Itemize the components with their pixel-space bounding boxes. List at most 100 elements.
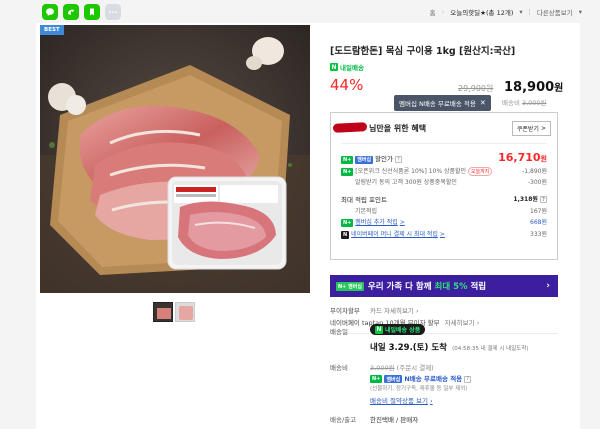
discount-row-1-value: -1,890원 (522, 168, 547, 175)
shipping-fee-strike: 3,000원 (521, 99, 547, 107)
points-naverpay-value: 333원 (530, 231, 547, 238)
thumbnail-1[interactable] (153, 302, 173, 322)
chevron-right-icon: › (416, 307, 419, 315)
card-details-link[interactable]: 카드 자세히보기 (370, 307, 414, 315)
discount-price-row: N+ 멤버십 할인가 ? 16,710원 (341, 151, 547, 165)
help-icon[interactable]: ? (540, 196, 547, 203)
sale-price-value: 18,900 (504, 80, 555, 95)
more-icon[interactable]: ··· (105, 4, 121, 20)
naverpay-icon: N (341, 230, 350, 239)
shipping-fee-note: (주문시 결제) (396, 364, 434, 372)
help-icon[interactable]: ? (394, 156, 402, 163)
delivery-date: 내일 3.29.(토) 도착 (04:58:35 내 결제 시 내일도착) (370, 341, 529, 353)
product-page: BEST [도드람한돈] 목심 구이용 1kg [원산지:국산] N 내일배송 … (36, 23, 580, 429)
delivery-badge-label: 내일배송 (340, 64, 364, 72)
shipping-fee-label: 배송비 (502, 99, 520, 107)
shipping-fee: 3,000원 (주문시 결제) (370, 362, 434, 372)
courier-value: 한진택배 / 판매자 (370, 416, 419, 424)
shipping-saving-link[interactable]: 배송비 절약상품 보기 › (370, 395, 433, 405)
discount-row-2-value: -300원 (527, 179, 547, 186)
membership-banner[interactable]: N+ 멤버십 우리 가족 다 함께 최대 5% 적립 › (330, 275, 558, 297)
shipping-membership: N+ 멤버십 N배송 무료배송 적용 ? (370, 373, 472, 383)
chevron-down-icon: ▾ (578, 8, 582, 16)
sns-icon[interactable] (63, 4, 79, 20)
np-membership-tag: N+ 멤버십 (336, 281, 364, 291)
shipping-saving-link-text[interactable]: 배송비 절약상품 보기 (370, 397, 428, 405)
original-price: 29,900원 (458, 84, 494, 93)
delivery-date-label: 배송일 (330, 328, 348, 336)
installment-row: 무이자할부 카드 자세히보기 › (330, 305, 419, 315)
n-delivery-icon: N (330, 63, 338, 71)
coupon-button-label: 쿠폰받기 (516, 126, 539, 133)
delivery-pill-label: 내일배송 상품 (385, 327, 421, 334)
banner-text: 우리 가족 다 함께 (367, 282, 435, 292)
banner-suffix: 적립 (467, 282, 487, 292)
other-products-link[interactable]: 다른상품보기 (537, 7, 573, 17)
sale-price: 18,900원 (504, 79, 563, 95)
points-base-value: 167원 (530, 208, 547, 215)
points-label: 최대 적립 포인트 (341, 196, 387, 204)
np-tag: N+ (341, 167, 354, 176)
naverpay-details-link[interactable]: 자세히보기 (445, 319, 475, 327)
discount-price-label: 할인가 (375, 155, 393, 163)
share-icons: ··· (42, 4, 121, 20)
close-icon[interactable]: ✕ (480, 99, 486, 107)
tooltip-text: 멤버십 N배송 무료배송 적용 (399, 100, 476, 108)
membership-tooltip: 멤버십 N배송 무료배송 적용 ✕ (394, 95, 491, 111)
n-delivery-icon: N (375, 325, 383, 334)
product-main-image[interactable]: BEST (40, 25, 310, 293)
tomorrow-delivery-badge: N 내일배송 (330, 62, 364, 72)
chevron-right-icon: › (476, 319, 480, 327)
breadcrumb-category[interactable]: 오늘의핫딜★(총 12개) (450, 7, 513, 17)
installment-label: 무이자할부 (330, 307, 360, 315)
points-naverpay-link[interactable]: 네이버페이 머니 결제 시 최대 적립 (351, 231, 438, 238)
courier-label: 배송/출고 (330, 416, 357, 424)
divider (330, 333, 558, 334)
today-only-badge: 오늘까지 (467, 167, 493, 176)
help-icon[interactable]: ? (464, 375, 472, 383)
points-member-link[interactable]: 멤버십 추가 적립 (355, 219, 397, 226)
divider (341, 143, 547, 144)
product-title: [도드람한돈] 목심 구이용 1kg [원산지:국산] (330, 46, 516, 57)
chevron-right-icon: › (430, 397, 433, 405)
chevron-down-icon: ▾ (519, 8, 523, 16)
delivery-date-note: (04:58:35 내 결제 시 내일도착) (452, 346, 529, 352)
breadcrumb: 홈 › 오늘의핫딜★(총 12개) ▾ | 다른상품보기 ▾ (429, 7, 582, 17)
breadcrumb-home[interactable]: 홈 (430, 7, 436, 17)
best-tag: BEST (40, 25, 64, 35)
points-member-value: 668원 (530, 219, 547, 226)
np-tag: N+ (370, 375, 383, 383)
delivery-date-main: 내일 3.29.(토) 도착 (370, 343, 447, 353)
thumbnail-list (153, 302, 195, 322)
points-value: 1,318원 (513, 196, 538, 203)
shipping-fee-desc: (선물하기, 정기구독, 제휴몰 등 일부 제외) (370, 386, 468, 392)
discount-price: 16,710원 (498, 151, 547, 164)
sale-price-unit: 원 (554, 83, 564, 94)
banner-highlight: 최대 5% (434, 282, 468, 292)
chevron-right-icon: > (439, 231, 445, 238)
bookmark-icon[interactable] (84, 4, 100, 20)
thumbnail-2[interactable] (175, 302, 195, 322)
membership-tag: 멤버십 (384, 375, 403, 383)
membership-tag: 멤버십 (355, 155, 374, 164)
np-tag: N+ (341, 218, 354, 227)
shipping-fee-strike: 3,000원 (370, 364, 395, 372)
shipping-fee-label: 배송비 (330, 364, 348, 372)
coupon-button[interactable]: 쿠폰받기 > (511, 121, 551, 136)
points-value-group: 1,318원 ? (513, 194, 547, 203)
chevron-right-icon: > (399, 219, 405, 226)
points-base-label: 기본적립 (355, 208, 378, 215)
shipping-fee-summary: 배송비 3,000원 (502, 97, 547, 107)
discount-rate: 44% (330, 76, 364, 94)
top-bar: ··· 홈 › 오늘의핫딜★(총 12개) ▾ | 다른상품보기 ▾ (0, 0, 600, 24)
redacted-username (332, 122, 368, 133)
tomorrow-delivery-pill: N 내일배송 상품 (370, 324, 426, 335)
chevron-right-icon: > (540, 125, 546, 132)
np-tag: N+ (341, 155, 354, 164)
discount-row-2-text: 알림받기 동의 고객 300원 상품중복할인 (355, 179, 457, 186)
talk-icon[interactable] (42, 4, 58, 20)
shipping-membership-text: N배송 무료배송 적용 (404, 375, 463, 383)
discount-row-1-text: [오픈위크 신선식품론 10%] 10% 상품할인 (355, 168, 467, 175)
benefit-title: 님만을 위한 혜택 (369, 124, 427, 133)
benefit-box: 님만을 위한 혜택 쿠폰받기 > N+ 멤버십 할인가 ? 16,710원 N+ (330, 112, 558, 260)
